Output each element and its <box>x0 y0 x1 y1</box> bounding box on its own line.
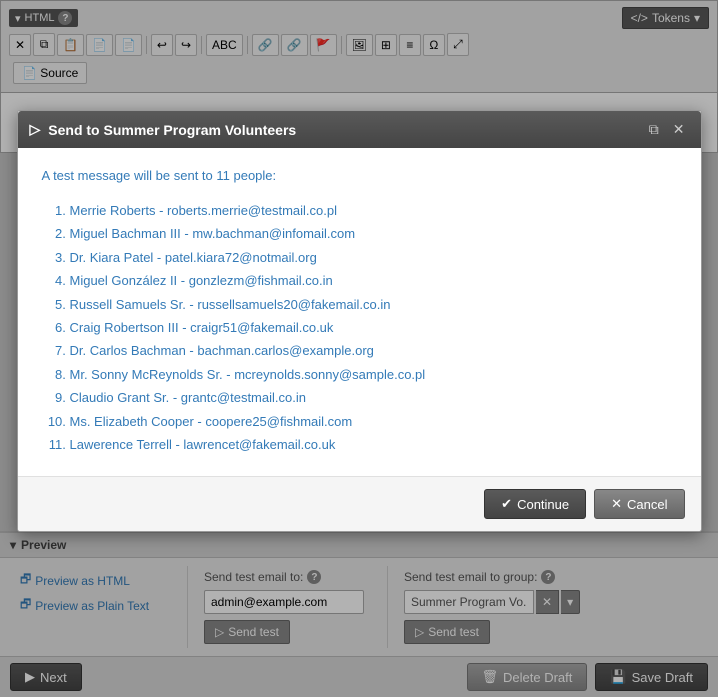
recipient-item: Merrie Roberts - roberts.merrie@testmail… <box>70 199 677 222</box>
recipient-item: Mr. Sonny McReynolds Sr. - mcreynolds.so… <box>70 363 677 386</box>
recipient-item: Dr. Kiara Patel - patel.kiara72@notmail.… <box>70 246 677 269</box>
modal-resize-button[interactable]: ⧉ <box>645 119 663 140</box>
send-test-modal: ▷ Send to Summer Program Volunteers ⧉ ✕ … <box>17 110 702 532</box>
recipient-count: 11 <box>216 168 230 183</box>
modal-body: A test message will be sent to 11 people… <box>18 148 701 476</box>
recipient-item: Ms. Elizabeth Cooper - coopere25@fishmai… <box>70 410 677 433</box>
recipient-item: Miguel Bachman III - mw.bachman@infomail… <box>70 222 677 245</box>
modal-intro-text: A test message will be sent to 11 people… <box>42 168 677 183</box>
send-icon: ▷ <box>30 121 41 138</box>
recipient-item: Lawerence Terrell - lawrencet@fakemail.c… <box>70 433 677 456</box>
checkmark-icon: ✔ <box>501 496 512 512</box>
recipient-list: Merrie Roberts - roberts.merrie@testmail… <box>42 199 677 456</box>
modal-footer: ✔ Continue ✕ Cancel <box>18 476 701 531</box>
modal-title: Send to Summer Program Volunteers <box>48 122 296 138</box>
modal-close-button[interactable]: ✕ <box>669 119 689 140</box>
continue-button[interactable]: ✔ Continue <box>484 489 586 519</box>
x-icon: ✕ <box>611 496 622 512</box>
recipient-item: Miguel González II - gonzlezm@fishmail.c… <box>70 269 677 292</box>
recipient-item: Russell Samuels Sr. - russellsamuels20@f… <box>70 293 677 316</box>
recipient-item: Craig Robertson III - craigr51@fakemail.… <box>70 316 677 339</box>
cancel-button[interactable]: ✕ Cancel <box>594 489 684 519</box>
modal-header: ▷ Send to Summer Program Volunteers ⧉ ✕ <box>18 111 701 148</box>
recipient-item: Dr. Carlos Bachman - bachman.carlos@exam… <box>70 339 677 362</box>
recipient-item: Claudio Grant Sr. - grantc@testmail.co.i… <box>70 386 677 409</box>
modal-overlay: ▷ Send to Summer Program Volunteers ⧉ ✕ … <box>0 0 718 697</box>
